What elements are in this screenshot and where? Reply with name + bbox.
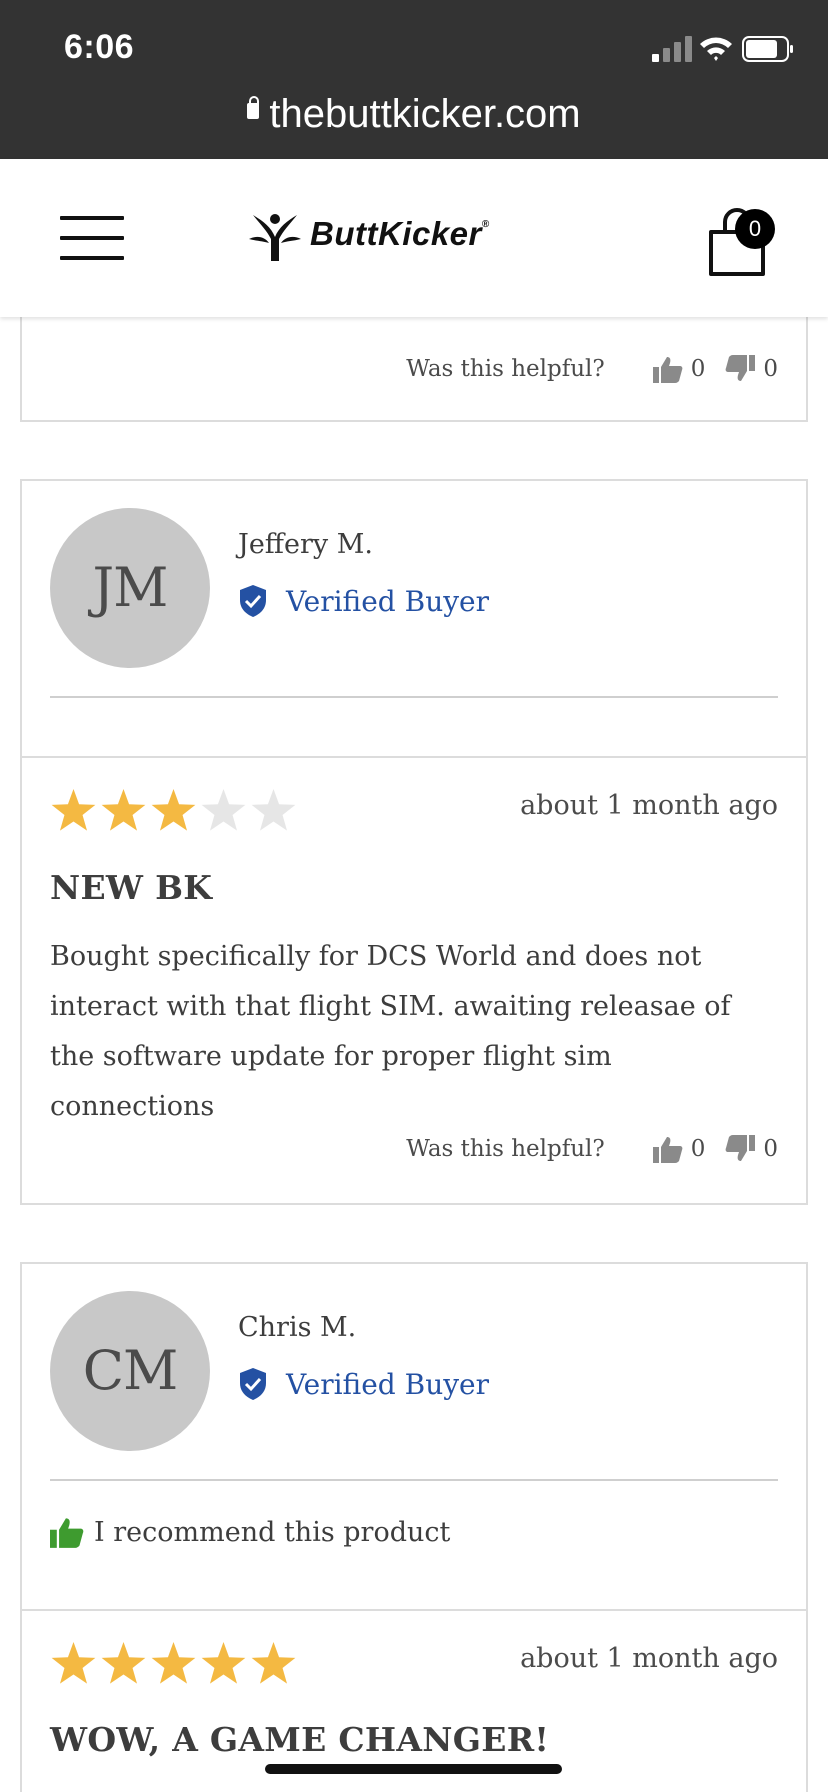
verified-shield-icon (240, 1368, 266, 1400)
helpful-row: Was this helpful? 0 0 (406, 355, 778, 383)
helpful-up-button[interactable]: 0 (652, 1135, 706, 1163)
wifi-icon (700, 37, 732, 61)
star-icon (251, 789, 296, 831)
star-icon (201, 1642, 246, 1684)
reviewer-name: Jeffery M. (238, 529, 373, 560)
logo-text: ButtKicker® (310, 215, 490, 252)
divider (50, 696, 778, 698)
star-rating (50, 1641, 297, 1687)
star-icon (151, 789, 196, 831)
verified-badge: Verified Buyer (238, 1367, 489, 1401)
url-text: thebuttkicker.com (269, 92, 581, 136)
battery-icon (742, 36, 793, 62)
star-icon (101, 789, 146, 831)
review-body: Bought specifically for DCS World and do… (50, 941, 731, 1122)
reviewer-name: Chris M. (238, 1312, 357, 1343)
helpful-down-button[interactable]: 0 (725, 355, 778, 383)
section-divider (22, 756, 806, 758)
review-card: CM Chris M. Verified Buyer I recommend t… (20, 1262, 808, 1792)
divider (50, 1479, 778, 1481)
home-indicator (265, 1764, 562, 1774)
helpful-label: Was this helpful? (406, 1136, 605, 1162)
helpful-down-button[interactable]: 0 (725, 1135, 778, 1163)
helpful-row: Was this helpful? 0 0 (406, 1135, 778, 1163)
helpful-down-count: 0 (763, 356, 778, 382)
review-card: JM Jeffery M. Verified Buyer about 1 mon… (20, 479, 808, 1205)
review-date: about 1 month ago (520, 1643, 778, 1674)
star-icon (101, 1642, 146, 1684)
recommend-label: I recommend this product (94, 1516, 451, 1548)
section-divider (22, 1609, 806, 1611)
star-icon (51, 1642, 96, 1684)
helpful-up-count: 0 (690, 1136, 706, 1162)
avatar: JM (50, 508, 210, 668)
helpful-up-button[interactable]: 0 (652, 355, 706, 383)
thumbs-down-icon (725, 1135, 756, 1161)
address-bar[interactable]: thebuttkicker.com (0, 92, 828, 137)
verified-label: Verified Buyer (286, 584, 490, 618)
thumbs-down-icon (725, 355, 756, 381)
review-title: WOW, A GAME CHANGER! (50, 1720, 550, 1759)
thumbs-up-icon (652, 1137, 683, 1163)
avatar: CM (50, 1291, 210, 1451)
buttkicker-logo-icon (249, 214, 301, 261)
star-icon (251, 1642, 296, 1684)
thumbs-up-icon (652, 357, 683, 383)
verified-shield-icon (240, 585, 266, 617)
helpful-down-count: 0 (763, 1136, 778, 1162)
review-date: about 1 month ago (520, 790, 778, 821)
star-icon (201, 789, 246, 831)
site-logo[interactable]: ButtKicker® (245, 209, 585, 269)
site-header: ButtKicker® 0 (0, 159, 828, 317)
star-icon (151, 1642, 196, 1684)
lock-icon (247, 96, 260, 119)
helpful-up-count: 0 (690, 356, 706, 382)
star-icon (51, 789, 96, 831)
recommend-row: I recommend this product (50, 1516, 450, 1548)
hamburger-menu-icon[interactable] (60, 216, 124, 260)
verified-label: Verified Buyer (286, 1367, 490, 1401)
review-card-previous: Was this helpful? 0 0 (20, 300, 808, 422)
signal-icon (652, 36, 692, 62)
status-time: 6:06 (64, 28, 135, 66)
thumbs-up-icon (50, 1518, 84, 1548)
star-rating (50, 788, 297, 834)
cart-count-badge: 0 (735, 209, 775, 249)
verified-badge: Verified Buyer (238, 584, 489, 618)
review-title: NEW BK (50, 868, 213, 907)
helpful-label: Was this helpful? (406, 356, 605, 382)
status-bar: 6:06 thebuttkicker.com (0, 0, 828, 159)
